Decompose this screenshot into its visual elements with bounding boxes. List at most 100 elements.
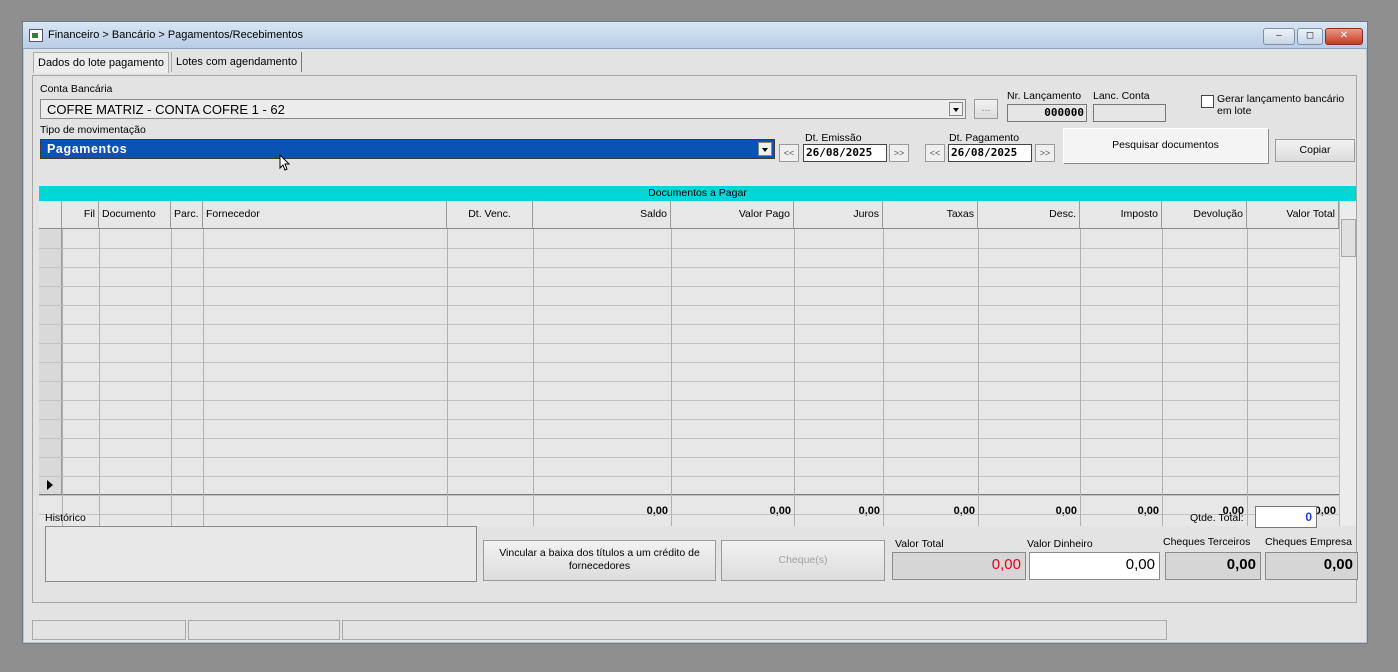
nr-lancamento-field[interactable]: 000000 [1007, 104, 1087, 122]
nr-lancamento-label: Nr. Lançamento [1007, 90, 1082, 102]
col-valor-pago[interactable]: Valor Pago [671, 201, 794, 229]
lanc-conta-label: Lanc. Conta [1093, 90, 1150, 102]
total-saldo: 0,00 [646, 505, 668, 517]
col-desc[interactable]: Desc. [978, 201, 1080, 229]
tipo-movimentacao-select[interactable]: Pagamentos [40, 139, 775, 159]
conta-bancaria-select[interactable]: COFRE MATRIZ - CONTA COFRE 1 - 62 [40, 99, 966, 119]
status-panel-3 [342, 620, 1167, 640]
col-imposto[interactable]: Imposto [1080, 201, 1162, 229]
col-fil[interactable]: Fil [62, 201, 99, 229]
dt-pagamento-label: Dt. Pagamento [949, 132, 1020, 144]
lanc-conta-field[interactable] [1093, 104, 1166, 122]
chevron-down-icon[interactable] [949, 102, 963, 116]
grid-column-line [533, 229, 534, 526]
col-valor-total[interactable]: Valor Total [1247, 201, 1339, 229]
grid-row-line [39, 457, 1339, 458]
minimize-button[interactable]: ‒ [1263, 28, 1295, 45]
window-title: Financeiro > Bancário > Pagamentos/Receb… [48, 29, 303, 41]
dt-pagamento-prev-button[interactable]: << [925, 144, 945, 162]
dt-emissao-field[interactable]: 26/08/2025 [803, 144, 887, 162]
copiar-button[interactable]: Copiar [1275, 139, 1355, 162]
grid-column-line [1080, 229, 1081, 526]
historico-textarea[interactable] [45, 526, 477, 582]
grid-column-line [883, 229, 884, 526]
conta-lookup-button[interactable]: ... [974, 99, 998, 119]
tab-dados-lote[interactable]: Dados do lote pagamento [33, 52, 169, 73]
restore-button[interactable]: ◻ [1297, 28, 1323, 45]
col-taxas[interactable]: Taxas [883, 201, 978, 229]
mouse-cursor-icon [279, 154, 291, 171]
tipo-movimentacao-label: Tipo de movimentação [40, 124, 146, 136]
dt-pagamento-next-button[interactable]: >> [1035, 144, 1055, 162]
scrollbar-thumb[interactable] [1341, 219, 1356, 257]
valor-dinheiro-field[interactable]: 0,00 [1029, 552, 1160, 580]
grid-row-line [39, 381, 1339, 382]
grid-row-line [39, 343, 1339, 344]
total-taxas: 0,00 [953, 505, 975, 517]
grid-column-line [62, 229, 63, 526]
grid-column-line [794, 229, 795, 526]
tipo-movimentacao-value: Pagamentos [47, 142, 128, 156]
col-fornecedor[interactable]: Fornecedor [203, 201, 447, 229]
col-documento[interactable]: Documento [99, 201, 171, 229]
cheques-button[interactable]: Cheque(s) [721, 540, 885, 581]
valor-total-label: Valor Total [895, 538, 944, 550]
cheques-terceiros-label: Cheques Terceiros [1163, 536, 1251, 548]
total-juros: 0,00 [858, 505, 880, 517]
grid-column-line [171, 229, 172, 526]
total-desc: 0,00 [1055, 505, 1077, 517]
title-bar[interactable]: Financeiro > Bancário > Pagamentos/Receb… [23, 22, 1367, 49]
grid-row-line [39, 514, 1339, 515]
pesquisar-documentos-button[interactable]: Pesquisar documentos [1063, 128, 1268, 163]
grid-column-line [447, 229, 448, 526]
qtde-total-field: 0 [1255, 506, 1317, 528]
col-devolucao[interactable]: Devolução [1162, 201, 1247, 229]
valor-total-field: 0,00 [892, 552, 1026, 580]
current-row-arrow-icon [47, 480, 53, 490]
documents-grid[interactable]: Fil Documento Parc. Fornecedor Dt. Venc.… [39, 201, 1339, 526]
tab-lotes-agendamento[interactable]: Lotes com agendamento [171, 52, 303, 72]
vincular-credito-button[interactable]: Vincular a baixa dos títulos a um crédit… [483, 540, 716, 581]
dt-emissao-prev-button[interactable]: << [779, 144, 799, 162]
grid-row-line [39, 419, 1339, 420]
grid-column-line [99, 229, 100, 526]
grid-column-line [203, 229, 204, 526]
chevron-down-icon[interactable] [758, 142, 772, 156]
dt-emissao-label: Dt. Emissão [805, 132, 862, 144]
gerar-lancamento-checkbox[interactable] [1201, 95, 1214, 108]
grid-row-line [39, 495, 1339, 496]
dt-emissao-next-button[interactable]: >> [889, 144, 909, 162]
historico-label: Histórico [45, 512, 86, 524]
grid-row-indicator-header [39, 201, 62, 229]
main-window: Financeiro > Bancário > Pagamentos/Receb… [22, 21, 1368, 644]
grid-column-line [1162, 229, 1163, 526]
grid-row-line [39, 286, 1339, 287]
grid-row-line [39, 305, 1339, 306]
cheques-empresa-label: Cheques Empresa [1265, 536, 1352, 548]
status-panel-1 [32, 620, 186, 640]
grid-row-line [39, 400, 1339, 401]
total-imposto: 0,00 [1137, 505, 1159, 517]
grid-row-line [39, 267, 1339, 268]
gerar-lancamento-label: Gerar lançamento bancário em lote [1217, 93, 1345, 117]
col-juros[interactable]: Juros [794, 201, 883, 229]
grid-column-line [671, 229, 672, 526]
cheques-terceiros-field: 0,00 [1165, 552, 1261, 580]
grid-row-line [39, 476, 1339, 477]
grid-row-line [39, 438, 1339, 439]
col-parc[interactable]: Parc. [171, 201, 203, 229]
grid-column-line [1247, 229, 1248, 526]
close-button[interactable]: ✕ [1325, 28, 1363, 45]
col-saldo[interactable]: Saldo [533, 201, 671, 229]
conta-bancaria-label: Conta Bancária [40, 83, 113, 95]
grid-column-line [978, 229, 979, 526]
total-valor-pago: 0,00 [769, 505, 791, 517]
col-dt-venc[interactable]: Dt. Venc. [447, 201, 533, 229]
grid-caption: Documentos a Pagar [39, 186, 1356, 201]
conta-bancaria-value: COFRE MATRIZ - CONTA COFRE 1 - 62 [47, 102, 285, 117]
valor-dinheiro-label: Valor Dinheiro [1027, 538, 1093, 550]
grid-row-line [39, 362, 1339, 363]
grid-vertical-scrollbar[interactable] [1339, 201, 1356, 526]
dt-pagamento-field[interactable]: 26/08/2025 [948, 144, 1032, 162]
grid-row-line [39, 248, 1339, 249]
